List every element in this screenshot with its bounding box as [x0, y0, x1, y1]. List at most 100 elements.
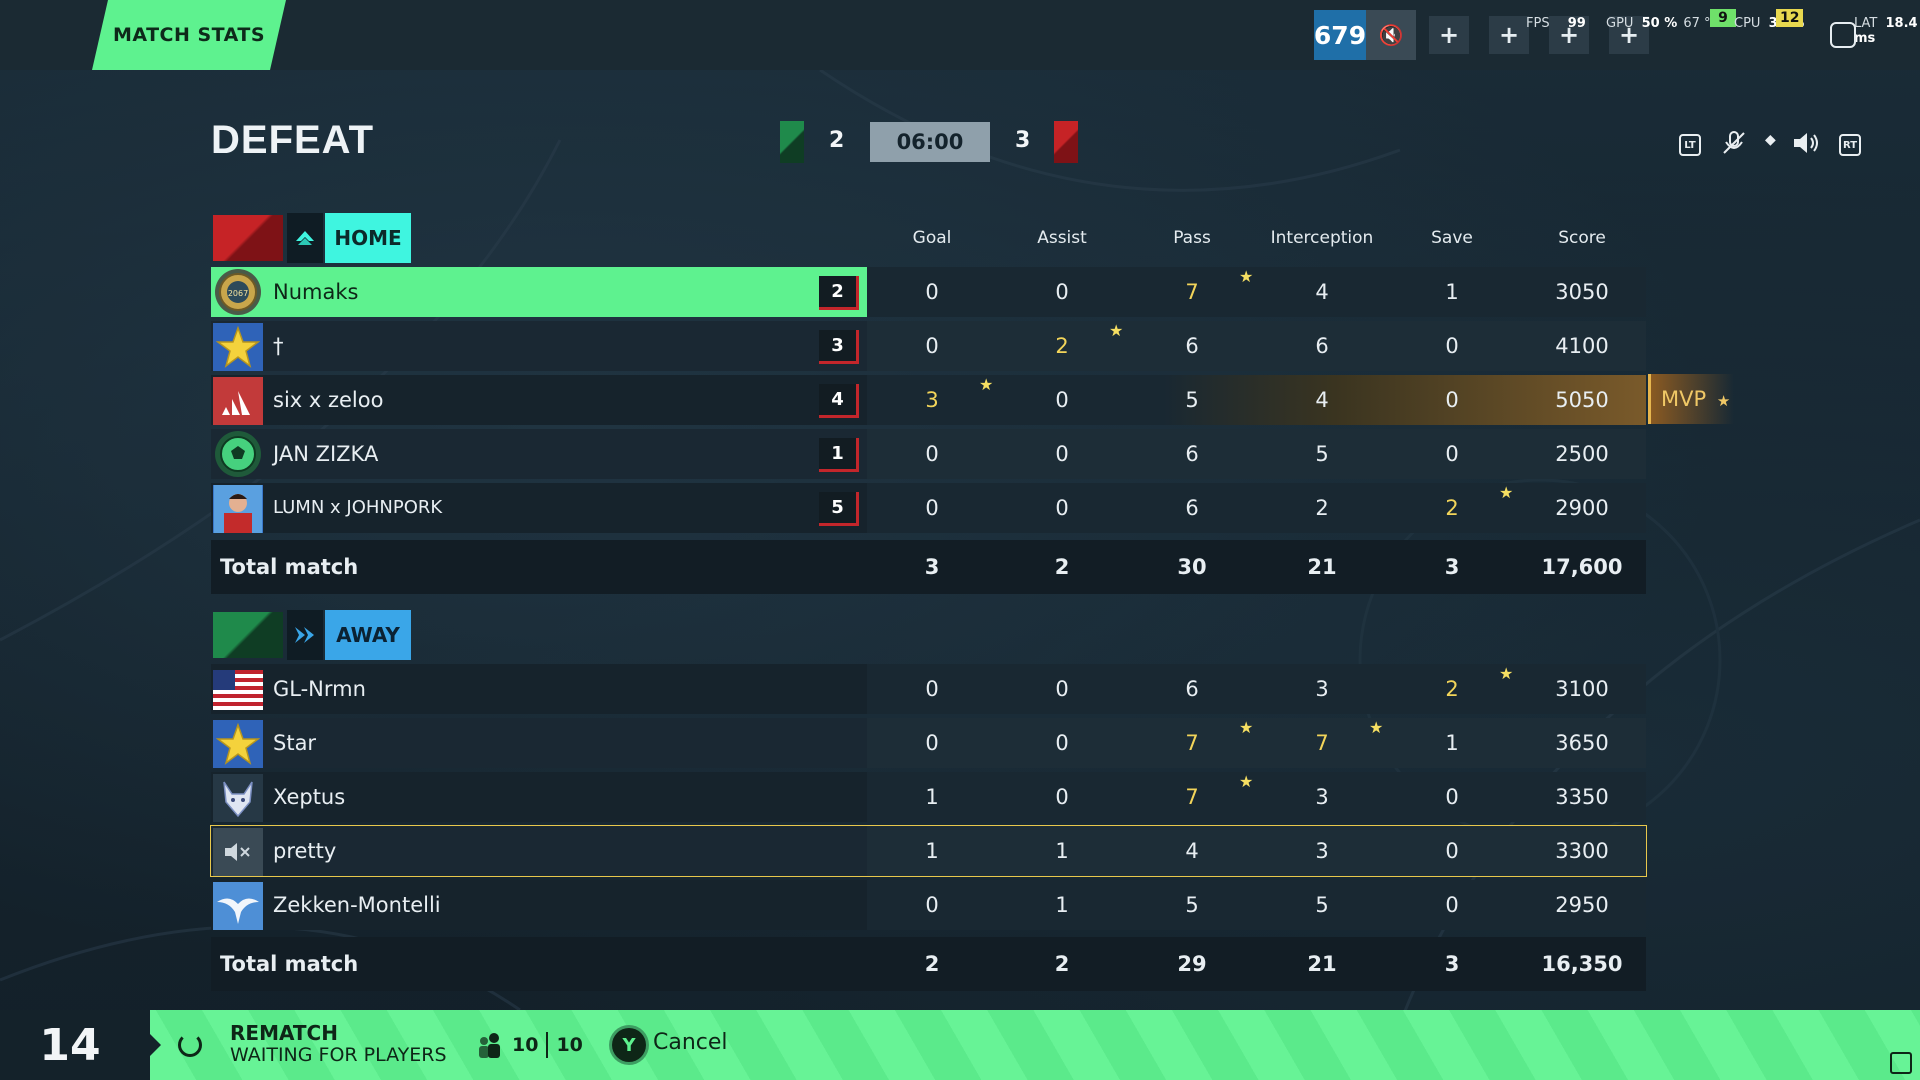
players-divider [546, 1032, 549, 1058]
stat-score: 2500 [1555, 442, 1609, 466]
away-player-row[interactable]: Star 0 0 7 ★ 7 ★ 1 3650 [211, 718, 1646, 768]
player-name: Zekken-Montelli [273, 893, 441, 917]
stat-assist: 2 [1055, 334, 1069, 358]
tab-match-stats[interactable]: MATCH STATS [92, 0, 286, 70]
total-interception: 21 [1307, 952, 1337, 976]
star-icon: ★ [1499, 483, 1514, 502]
total-goal: 2 [924, 952, 940, 976]
rematch-status-text: WAITING FOR PLAYERS [230, 1044, 447, 1066]
cancel-button[interactable]: Cancel [653, 1030, 728, 1055]
add-slot-button-2[interactable]: + [1489, 16, 1529, 54]
player-name: Numaks [273, 280, 359, 304]
col-assist: Assist [1037, 228, 1087, 248]
stat-save: 0 [1445, 839, 1459, 863]
stat-save: 0 [1445, 388, 1459, 412]
home-player-row[interactable]: LUMN x JOHNPORK 5 0 0 6 2 2 ★ 2900 [211, 483, 1646, 533]
player-name-panel [211, 321, 867, 371]
stat-pass: 7 [1185, 785, 1199, 809]
y-button-icon[interactable]: Y [612, 1028, 646, 1062]
col-save: Save [1431, 228, 1473, 248]
away-player-row[interactable]: Zekken-Montelli 0 1 5 5 0 2950 [211, 880, 1646, 930]
total-assist: 2 [1054, 952, 1070, 976]
star-icon: ★ [1109, 321, 1124, 340]
stat-goal: 0 [925, 731, 939, 755]
fps-value: 99 [1567, 16, 1586, 31]
stat-pass: 5 [1185, 388, 1199, 412]
latency-readout: LAT 18.4 ms [1854, 16, 1920, 46]
player-position-badge: 5 [819, 492, 859, 526]
stat-goal: 0 [925, 496, 939, 520]
stat-goal: 0 [925, 442, 939, 466]
star-icon: ★ [1239, 267, 1254, 286]
home-team-crest-icon [213, 215, 283, 261]
home-total-row: Total match 3 2 30 21 3 17,600 [211, 540, 1646, 594]
stat-score: 5050 [1555, 388, 1609, 412]
stat-assist: 0 [1055, 388, 1069, 412]
home-player-row[interactable]: † 3 0 2 ★ 6 6 0 4100 [211, 321, 1646, 371]
cpu-label: CPU [1734, 16, 1761, 31]
away-team-crest-icon [213, 612, 283, 658]
total-save: 3 [1444, 952, 1460, 976]
home-player-row[interactable]: 2067 Numaks 2 0 0 7 ★ 4 1 3050 [211, 267, 1646, 317]
home-team-flag-icon [780, 121, 804, 163]
away-player-row[interactable]: GL-Nrmn 0 0 6 3 2 ★ 3100 [211, 664, 1646, 714]
top-bar: MATCH STATS 679 🔇 + + + + FPS 99 GPU 50 … [0, 0, 1920, 70]
player-name: JAN ZIZKA [273, 442, 379, 466]
voice-chat-off-icon[interactable] [1721, 130, 1747, 162]
stat-pass: 7 [1185, 731, 1199, 755]
add-slot-button-1[interactable]: + [1429, 16, 1469, 54]
plus-icon: + [1438, 21, 1460, 49]
home-score: 2 [829, 128, 845, 153]
total-interception: 21 [1307, 555, 1337, 579]
player-position-badge: 3 [819, 330, 859, 364]
stat-score: 2950 [1555, 893, 1609, 917]
stat-interception: 2 [1315, 496, 1329, 520]
player-position-badge: 2 [819, 276, 859, 310]
volume-icon[interactable] [1792, 130, 1822, 162]
away-team-emblem-icon [287, 610, 323, 660]
player-photo [213, 485, 263, 533]
stat-pass: 5 [1185, 893, 1199, 917]
muted-speaker-icon [213, 828, 263, 876]
loading-spinner-icon [178, 1033, 202, 1057]
home-player-row[interactable]: six x zeloo 4 3 ★ 0 5 4 0 5050 [211, 375, 1646, 425]
player-position-badge: 1 [819, 438, 859, 472]
stat-goal: 3 [925, 388, 939, 412]
stat-save: 0 [1445, 785, 1459, 809]
star-icon [213, 720, 263, 768]
separator-dot-icon: ◆ [1765, 132, 1776, 148]
stat-assist: 0 [1055, 785, 1069, 809]
away-team-label: AWAY [325, 610, 411, 660]
col-goal: Goal [912, 228, 952, 248]
players-icon [479, 1033, 500, 1058]
away-player-row-self[interactable]: pretty 1 1 4 3 0 3300 [210, 825, 1647, 877]
screenshot-icon[interactable] [1890, 1052, 1912, 1074]
total-goal: 3 [924, 555, 940, 579]
fps-label: FPS [1526, 16, 1550, 31]
stat-interception: 5 [1315, 442, 1329, 466]
countdown-timer: 14 [0, 1010, 150, 1080]
mvp-label: MVP [1661, 387, 1707, 411]
stat-interception: 3 [1315, 785, 1329, 809]
cpu-badge: 12 [1776, 9, 1804, 27]
stat-pass: 7 [1185, 280, 1199, 304]
away-total-row: Total match 2 2 29 21 3 16,350 [211, 937, 1646, 991]
away-score: 3 [1015, 128, 1031, 153]
us-flag-icon [213, 666, 263, 714]
away-player-row[interactable]: Xeptus 1 0 7 ★ 3 0 3350 [211, 772, 1646, 822]
total-label: Total match [220, 555, 359, 579]
overlay-settings-icon[interactable] [1830, 22, 1856, 48]
hud-mute-button[interactable]: 🔇 [1366, 10, 1416, 60]
stat-assist: 0 [1055, 442, 1069, 466]
star-icon: ★ [979, 375, 994, 394]
muted-speaker-icon: 🔇 [1378, 23, 1404, 47]
total-pass: 29 [1177, 952, 1207, 976]
stat-interception: 4 [1315, 280, 1329, 304]
stat-pass: 4 [1185, 839, 1199, 863]
rematch-bar: 14 REMATCH WAITING FOR PLAYERS 10 10 Y C… [0, 1010, 1920, 1080]
home-player-row[interactable]: JAN ZIZKA 1 0 0 6 5 0 2500 [211, 429, 1646, 479]
svg-text:2067: 2067 [228, 289, 248, 298]
stat-save: 0 [1445, 893, 1459, 917]
rt-button-icon[interactable]: RT [1839, 134, 1861, 156]
lt-button-icon[interactable]: LT [1679, 134, 1701, 156]
